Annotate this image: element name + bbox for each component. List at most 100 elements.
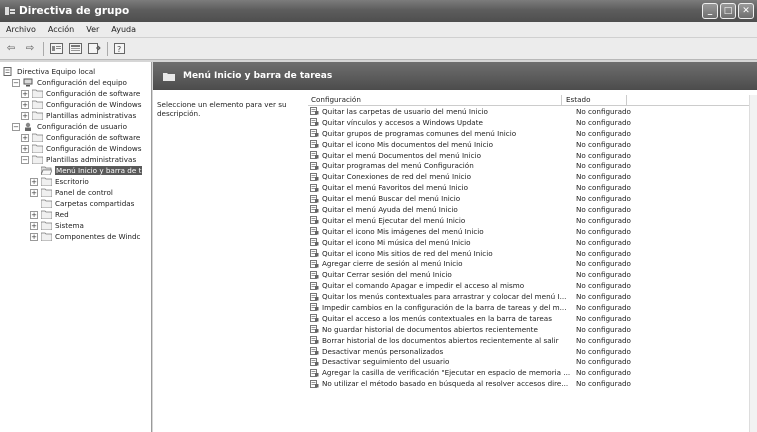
tree-node[interactable]: Directiva Equipo local [0, 66, 151, 77]
help-icon[interactable]: ? [111, 41, 129, 57]
setting-row[interactable]: No guardar historial de documentos abier… [308, 324, 757, 335]
setting-row[interactable]: Agregar la casilla de verificación "Ejec… [308, 367, 757, 378]
setting-row[interactable]: Quitar grupos de programas comunes del m… [308, 128, 757, 139]
tree-node[interactable]: + Configuración de software [0, 132, 151, 143]
setting-state: No configurado [576, 106, 631, 116]
setting-name: Quitar el icono Mi música del menú Inici… [322, 237, 471, 247]
setting-state: No configurado [576, 335, 631, 345]
menu-accion[interactable]: Acción [42, 25, 80, 34]
minimize-button[interactable]: _ [702, 3, 718, 19]
user-icon [25, 122, 31, 131]
setting-row[interactable]: No utilizar el método basado en búsqueda… [308, 378, 757, 389]
expand-icon[interactable]: + [21, 133, 29, 142]
expand-icon[interactable]: + [30, 210, 38, 219]
column-header-estado[interactable]: Estado [562, 95, 627, 105]
folder-icon [32, 155, 43, 164]
setting-row[interactable]: Quitar el menú Buscar del menú Inicio No … [308, 193, 757, 204]
setting-state: No configurado [576, 313, 631, 323]
setting-row[interactable]: Quitar el menú Ayuda del menú Inicio No c… [308, 204, 757, 215]
setting-state: No configurado [576, 281, 631, 291]
setting-row[interactable]: Quitar el acceso a los menús contextuale… [308, 313, 757, 324]
policy-setting-icon [310, 129, 319, 138]
setting-row[interactable]: Quitar el icono Mis imágenes del menú In… [308, 226, 757, 237]
setting-row[interactable]: Quitar el icono Mis sitios de red del me… [308, 248, 757, 259]
setting-row[interactable]: Quitar programas del menú Configuración N… [308, 160, 757, 171]
show-hide-tree-icon[interactable] [66, 41, 84, 57]
up-icon[interactable] [47, 41, 65, 57]
expand-icon[interactable]: + [21, 144, 29, 153]
policy-setting-icon [310, 183, 319, 192]
setting-state: No configurado [576, 183, 631, 193]
policy-setting-icon [310, 216, 319, 225]
policy-setting-icon [310, 281, 319, 290]
setting-row[interactable]: Quitar Conexiones de red del menú Inicio… [308, 171, 757, 182]
title-bar[interactable]: Directiva de grupo _ □ ✕ [0, 0, 757, 22]
expand-icon[interactable]: + [30, 188, 38, 197]
setting-row[interactable]: Quitar Cerrar sesión del menú Inicio No c… [308, 269, 757, 280]
tree-node[interactable]: + Plantillas administrativas [0, 110, 151, 121]
expand-icon[interactable]: + [21, 89, 29, 98]
tree-node[interactable]: + Escritorio [0, 176, 151, 187]
setting-state: No configurado [576, 292, 631, 302]
setting-row[interactable]: Quitar los menús contextuales para arras… [308, 291, 757, 302]
menu-ayuda[interactable]: Ayuda [105, 25, 142, 34]
column-header-configuracion[interactable]: Configuración [308, 95, 562, 105]
setting-name: Quitar el icono Mis imágenes del menú In… [322, 226, 484, 236]
setting-row[interactable]: Agregar cierre de sesión al menú Inicio N… [308, 258, 757, 269]
setting-row[interactable]: Desactivar seguimiento del usuario No con… [308, 356, 757, 367]
setting-name: Quitar vínculos y accesos a Windows Upda… [322, 117, 483, 127]
setting-name: Quitar el acceso a los menús contextuale… [322, 313, 552, 323]
setting-row[interactable]: Quitar vínculos y accesos a Windows Upda… [308, 117, 757, 128]
expand-icon[interactable]: + [21, 111, 29, 120]
setting-row[interactable]: Quitar el menú Ejecutar del menú Inicio N… [308, 215, 757, 226]
forward-button[interactable]: ⇨ [21, 41, 39, 57]
tree-node[interactable]: − Plantillas administrativas [0, 154, 151, 165]
expand-icon[interactable]: + [30, 177, 38, 186]
maximize-button[interactable]: □ [720, 3, 736, 19]
policy-setting-icon [310, 270, 319, 279]
tree-node[interactable]: + Configuración de software [0, 88, 151, 99]
setting-row[interactable]: Quitar el comando Apagar e impedir el ac… [308, 280, 757, 291]
setting-row[interactable]: Desactivar menús personalizados No config… [308, 346, 757, 357]
policy-setting-icon [310, 194, 319, 203]
back-button[interactable]: ⇦ [2, 41, 20, 57]
tree-node[interactable]: − Configuración del equipo [0, 77, 151, 88]
setting-name: Impedir cambios en la configuración de l… [322, 302, 567, 312]
menu-archivo[interactable]: Archivo [0, 25, 42, 34]
setting-row[interactable]: Quitar el icono Mis documentos del menú … [308, 139, 757, 150]
scrollbar[interactable] [749, 95, 757, 432]
tree-node[interactable]: Menú Inicio y barra de t [0, 165, 151, 176]
tree-node[interactable]: − Configuración de usuario [0, 121, 151, 132]
setting-name: Quitar el menú Favoritos del menú Inicio [322, 183, 469, 193]
collapse-icon[interactable]: − [12, 122, 20, 131]
collapse-icon[interactable]: − [21, 155, 29, 164]
tree-node[interactable]: + Sistema [0, 220, 151, 231]
expand-icon[interactable]: + [30, 232, 38, 241]
tree-node[interactable]: + Configuración de Windows [0, 99, 151, 110]
menu-ver[interactable]: Ver [80, 25, 105, 34]
setting-row[interactable]: Impedir cambios en la configuración de l… [308, 302, 757, 313]
console-tree[interactable]: Directiva Equipo local − Configuración del… [0, 62, 152, 432]
close-button[interactable]: ✕ [738, 3, 754, 19]
tree-node[interactable]: Carpetas compartidas [0, 198, 151, 209]
setting-row[interactable]: Borrar historial de los documentos abier… [308, 335, 757, 346]
expand-icon[interactable]: + [21, 100, 29, 109]
policy-setting-icon [310, 358, 319, 366]
tree-node[interactable]: + Red [0, 209, 151, 220]
tree-node[interactable]: + Componentes de Windc [0, 231, 151, 242]
setting-row[interactable]: Quitar el icono Mi música del menú Inici… [308, 237, 757, 248]
settings-list: Configuración Estado Quitar las carpetas… [308, 95, 757, 432]
setting-row[interactable]: Quitar las carpetas de usuario del menú … [308, 106, 757, 117]
setting-row[interactable]: Quitar el menú Documentos del menú Inici… [308, 150, 757, 161]
export-list-icon[interactable] [85, 41, 103, 57]
setting-name: Quitar grupos de programas comunes del m… [322, 128, 517, 138]
tree-node-label: Escritorio [55, 177, 89, 186]
tree-node[interactable]: + Configuración de Windows [0, 143, 151, 154]
expand-icon[interactable]: + [30, 221, 38, 230]
setting-row[interactable]: Quitar el menú Favoritos del menú Inicio… [308, 182, 757, 193]
setting-name: Quitar el menú Buscar del menú Inicio [322, 194, 461, 204]
tree-node[interactable]: + Panel de control [0, 187, 151, 198]
collapse-icon[interactable]: − [12, 78, 20, 87]
folder-icon [32, 111, 43, 120]
group-policy-icon [4, 5, 16, 17]
